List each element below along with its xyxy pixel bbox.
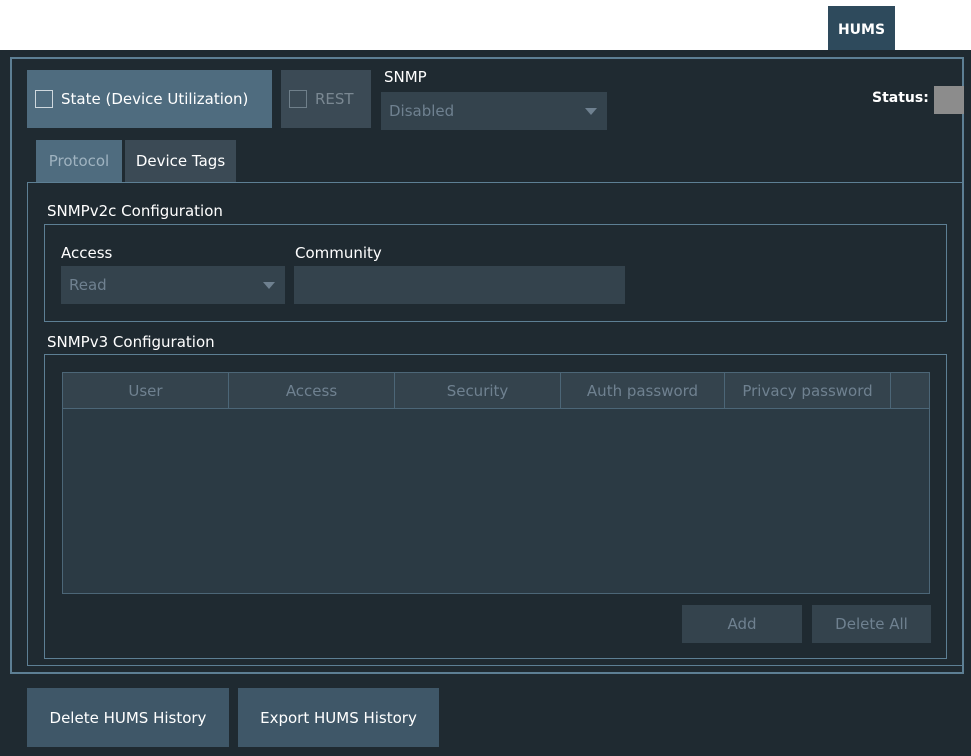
access-value: Read	[69, 276, 107, 294]
chevron-down-icon	[263, 282, 275, 289]
column-header-security[interactable]: Security	[395, 373, 561, 408]
table-header: User Access Security Auth password Priva…	[63, 373, 929, 409]
snmpv2c-title: SNMPv2c Configuration	[47, 202, 223, 220]
state-label: State (Device Utilization)	[61, 90, 249, 108]
snmpv3-title: SNMPv3 Configuration	[47, 333, 215, 351]
export-hums-history-label: Export HUMS History	[260, 708, 417, 727]
chevron-down-icon	[585, 108, 597, 115]
column-header-auth-password[interactable]: Auth password	[561, 373, 725, 408]
status-indicator	[934, 86, 964, 114]
state-device-utilization-toggle[interactable]: State (Device Utilization)	[27, 70, 272, 128]
add-button[interactable]: Add	[682, 605, 802, 643]
community-input[interactable]	[294, 266, 625, 304]
rest-label: REST	[315, 90, 354, 108]
delete-all-button[interactable]: Delete All	[812, 605, 931, 643]
tab-device-tags[interactable]: Device Tags	[125, 140, 236, 182]
tab-protocol-label: Protocol	[48, 152, 110, 170]
access-label: Access	[61, 244, 113, 262]
export-hums-history-button[interactable]: Export HUMS History	[238, 688, 439, 747]
column-header-user[interactable]: User	[63, 373, 229, 408]
snmp-dropdown[interactable]: Disabled	[381, 92, 607, 130]
state-checkbox[interactable]	[35, 90, 53, 108]
delete-all-label: Delete All	[835, 615, 908, 633]
snmp-value: Disabled	[389, 102, 455, 120]
tab-protocol[interactable]: Protocol	[36, 140, 122, 182]
snmp-label: SNMP	[384, 68, 427, 86]
tab-hums[interactable]: HUMS	[828, 6, 895, 50]
rest-toggle[interactable]: REST	[281, 70, 371, 128]
snmpv3-users-table[interactable]: User Access Security Auth password Priva…	[62, 372, 930, 594]
delete-hums-history-button[interactable]: Delete HUMS History	[27, 688, 229, 747]
tab-device-tags-label: Device Tags	[135, 152, 226, 170]
add-label: Add	[727, 615, 757, 633]
column-header-privacy-password[interactable]: Privacy password	[725, 373, 891, 408]
column-header-extra	[891, 373, 929, 408]
rest-checkbox[interactable]	[289, 90, 307, 108]
delete-hums-history-label: Delete HUMS History	[49, 708, 207, 727]
status-label: Status:	[872, 90, 929, 106]
tab-hums-label: HUMS	[837, 22, 886, 38]
column-header-access[interactable]: Access	[229, 373, 395, 408]
community-label: Community	[295, 244, 382, 262]
access-dropdown[interactable]: Read	[61, 266, 285, 304]
